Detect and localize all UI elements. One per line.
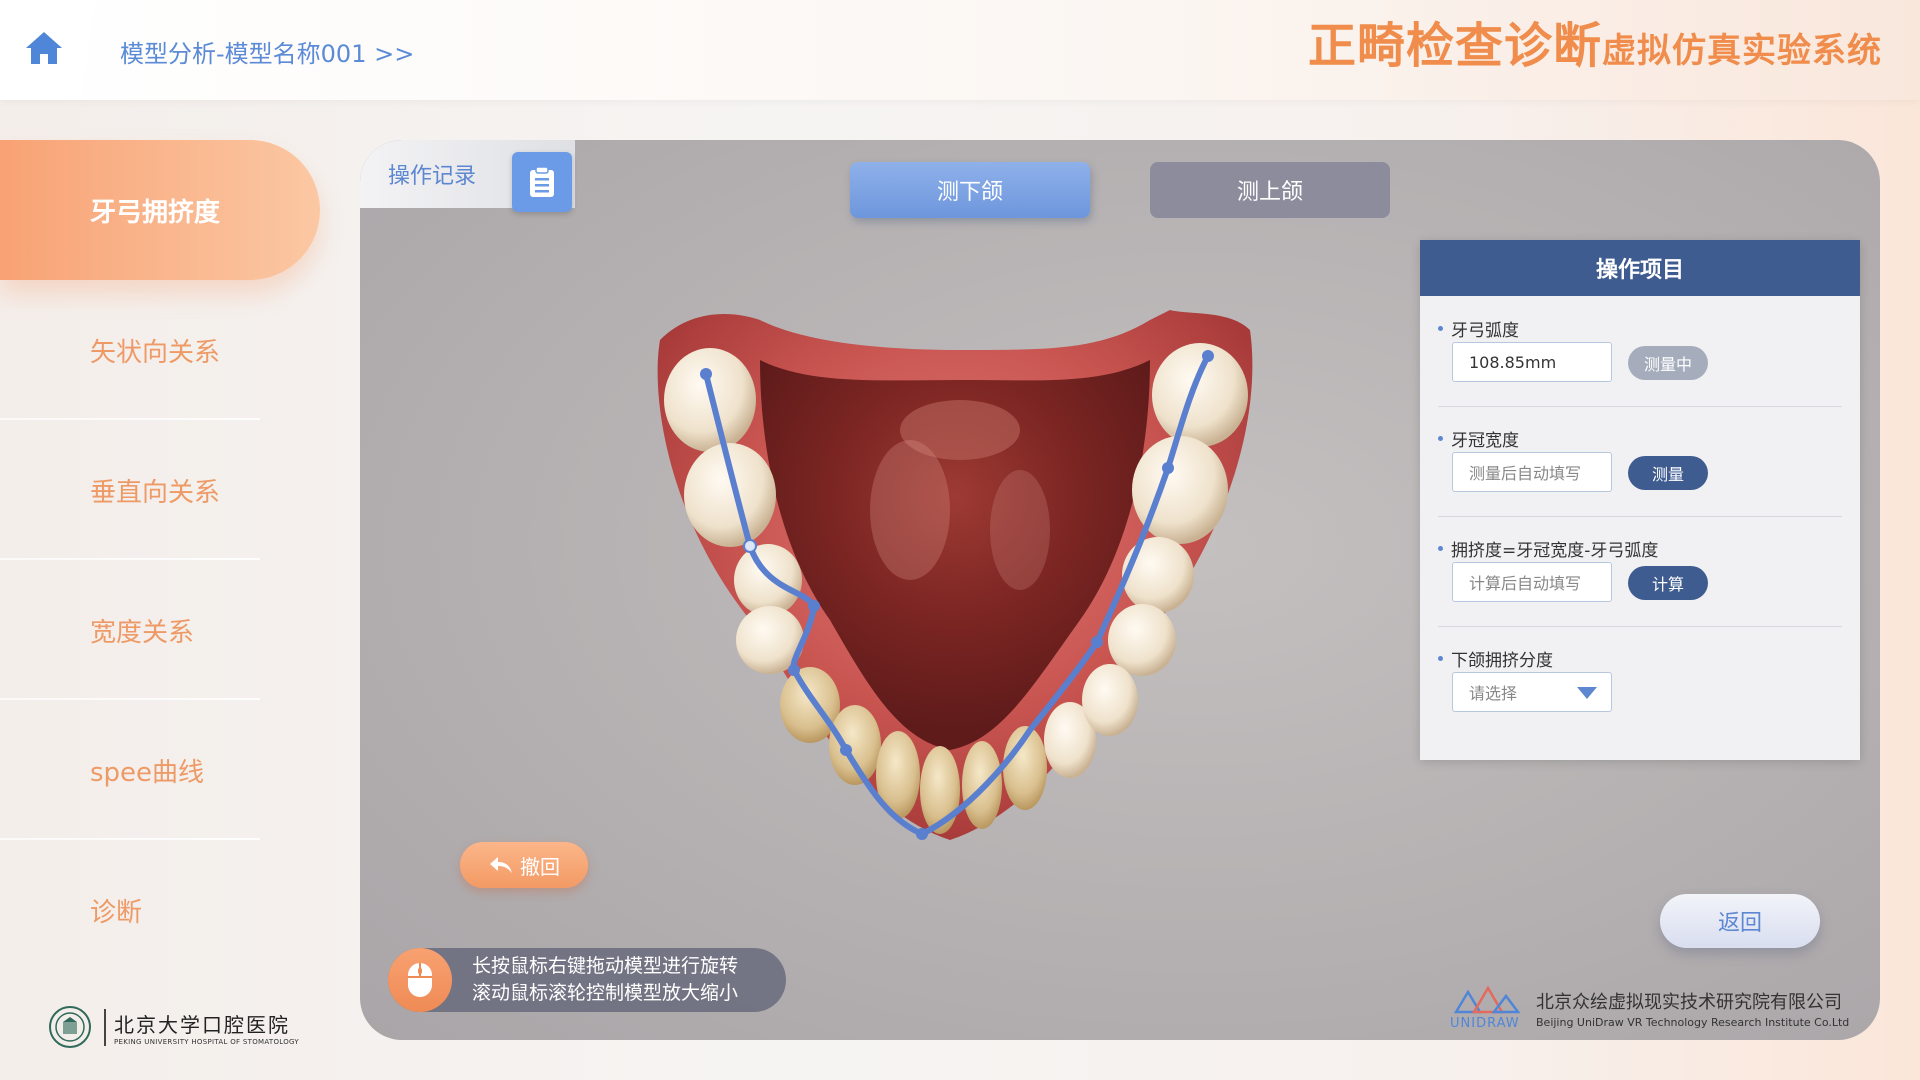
section-divider bbox=[1438, 516, 1842, 517]
company-name-en: Beijing UniDraw VR Technology Research I… bbox=[1536, 1015, 1850, 1029]
tab-lower-jaw[interactable]: 测下颌 bbox=[850, 162, 1090, 218]
chevron-down-icon bbox=[1577, 687, 1597, 699]
system-title-sub: 虚拟仿真实验系统 bbox=[1602, 31, 1882, 71]
company-brand: UNIDRAW 北京众绘虚拟现实技术研究院有限公司 Beijing UniDra… bbox=[1448, 984, 1849, 1032]
breadcrumb[interactable]: 模型分析-模型名称001 >> bbox=[120, 34, 414, 69]
hint-line-zoom: 滚动鼠标滚轮控制模型放大缩小 bbox=[472, 982, 739, 1004]
unidraw-logo-word: UNIDRAW bbox=[1450, 1016, 1520, 1031]
company-name-cn: 北京众绘虚拟现实技术研究院有限公司 bbox=[1536, 991, 1842, 1013]
mandible-grade-placeholder: 请选择 bbox=[1469, 684, 1518, 703]
arch-length-field[interactable]: 108.85mm bbox=[1452, 342, 1612, 382]
pku-logo-en: PEKING UNIVERSITY HOSPITAL OF STOMATOLOG… bbox=[114, 1037, 299, 1046]
arch-length-label: 牙弓弧度 bbox=[1438, 316, 1842, 341]
sidebar-item-diagnosis[interactable]: 诊断 bbox=[0, 840, 260, 980]
crowding-field[interactable]: 计算后自动填写 bbox=[1452, 562, 1612, 602]
mouse-hint: 长按鼠标右键拖动模型进行旋转 滚动鼠标滚轮控制模型放大缩小 bbox=[388, 948, 786, 1012]
op-record-label: 操作记录 bbox=[388, 164, 477, 189]
main-panel: 操作记录 测下颌 测上颌 撤回 长按鼠标右键拖动模型进行旋转 滚动鼠标滚轮控制模… bbox=[360, 140, 1880, 1040]
arch-length-section: 牙弓弧度 108.85mm 测量中 bbox=[1438, 316, 1842, 382]
operations-panel-title: 操作项目 bbox=[1420, 240, 1860, 296]
system-title: 正畸检查诊断 虚拟仿真实验系统 bbox=[1308, 18, 1882, 74]
pku-logo: 北京大学口腔医院 PEKING UNIVERSITY HOSPITAL OF S… bbox=[48, 1005, 299, 1049]
crowding-section: 拥挤度=牙冠宽度-牙弓弧度 计算后自动填写 计算 bbox=[1438, 536, 1842, 602]
mandible-grade-label: 下颌拥挤分度 bbox=[1438, 646, 1842, 671]
crown-width-section: 牙冠宽度 测量后自动填写 测量 bbox=[1438, 426, 1842, 492]
section-divider bbox=[1438, 626, 1842, 627]
crown-width-field[interactable]: 测量后自动填写 bbox=[1452, 452, 1612, 492]
operations-panel: 操作项目 牙弓弧度 108.85mm 测量中 牙冠宽度 测量后自动填写 测量 拥… bbox=[1420, 240, 1860, 760]
sidebar-item-arch-crowding[interactable]: 牙弓拥挤度 bbox=[0, 140, 320, 280]
crowding-label: 拥挤度=牙冠宽度-牙弓弧度 bbox=[1438, 536, 1842, 561]
sidebar-item-vertical[interactable]: 垂直向关系 bbox=[0, 420, 260, 560]
pku-seal-icon bbox=[49, 1006, 91, 1048]
sidebar-item-sagittal[interactable]: 矢状向关系 bbox=[0, 280, 260, 420]
sidebar-item-spee-curve[interactable]: spee曲线 bbox=[0, 700, 260, 840]
measure-button[interactable]: 测量 bbox=[1628, 456, 1708, 490]
arch-measuring-button[interactable]: 测量中 bbox=[1628, 346, 1708, 380]
home-icon[interactable] bbox=[24, 28, 64, 68]
undo-arrow-icon bbox=[490, 857, 512, 873]
mandible-grade-select[interactable]: 请选择 bbox=[1452, 672, 1612, 712]
mouse-icon bbox=[388, 948, 452, 1012]
tab-upper-jaw[interactable]: 测上颌 bbox=[1150, 162, 1390, 218]
hint-line-rotate: 长按鼠标右键拖动模型进行旋转 bbox=[472, 955, 739, 977]
pku-logo-cn: 北京大学口腔医院 bbox=[114, 1012, 290, 1037]
sidebar: 牙弓拥挤度 矢状向关系 垂直向关系 宽度关系 spee曲线 诊断 bbox=[0, 140, 320, 980]
calculate-button[interactable]: 计算 bbox=[1628, 566, 1708, 600]
undo-label: 撤回 bbox=[520, 854, 560, 879]
undo-button[interactable]: 撤回 bbox=[460, 842, 588, 888]
section-divider bbox=[1438, 406, 1842, 407]
mandible-grade-section: 下颌拥挤分度 请选择 bbox=[1438, 646, 1842, 712]
dental-model-viewport[interactable] bbox=[630, 290, 1310, 880]
sidebar-item-width[interactable]: 宽度关系 bbox=[0, 560, 260, 700]
crown-width-label: 牙冠宽度 bbox=[1438, 426, 1842, 451]
system-title-main: 正畸检查诊断 bbox=[1307, 18, 1602, 74]
clipboard-icon[interactable] bbox=[512, 152, 572, 212]
header-bar: 模型分析-模型名称001 >> 正畸检查诊断 虚拟仿真实验系统 bbox=[0, 0, 1920, 100]
return-button[interactable]: 返回 bbox=[1660, 894, 1820, 948]
unidraw-logo: UNIDRAW bbox=[1448, 984, 1526, 1032]
